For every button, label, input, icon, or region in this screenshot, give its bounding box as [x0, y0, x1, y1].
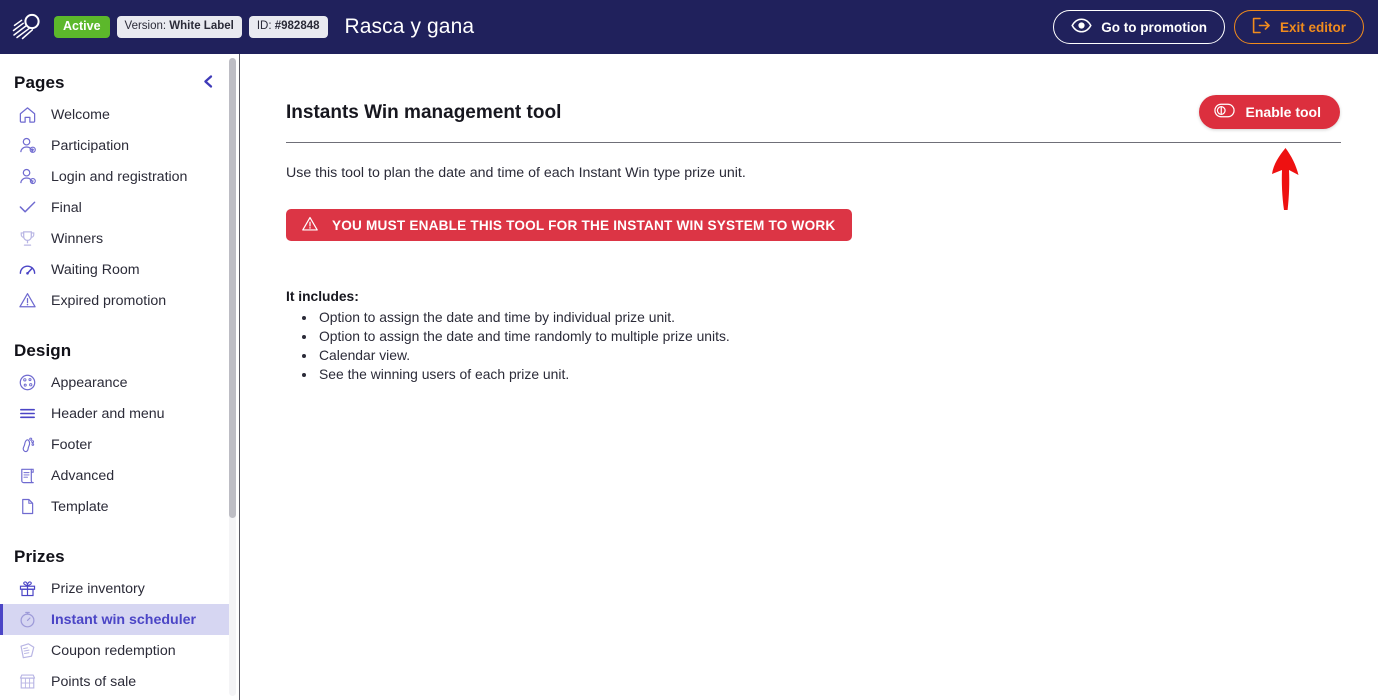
- app-root: Active Version: White Label ID: #982848 …: [0, 0, 1378, 700]
- sidebar-section-title-pages: Pages: [14, 73, 65, 92]
- go-to-promotion-label: Go to promotion: [1101, 19, 1207, 35]
- sidebar-item-welcome[interactable]: Welcome: [0, 99, 232, 130]
- sidebar-item-login-and-registration[interactable]: Login and registration: [0, 161, 232, 192]
- toggle-off-icon: [1213, 103, 1235, 121]
- sidebar-section-pages-header: Pages: [0, 64, 232, 99]
- promotion-title: Rasca y gana: [344, 15, 475, 38]
- sidebar-item-label: Appearance: [51, 374, 128, 391]
- user-add-icon: [16, 135, 38, 157]
- sidebar-section-title-design: Design: [14, 341, 72, 360]
- sidebar-item-label: Advanced: [51, 467, 115, 484]
- exit-editor-label: Exit editor: [1279, 19, 1346, 35]
- list-item: Calendar view.: [317, 346, 1340, 365]
- sidebar-item-label: Points of sale: [51, 673, 137, 690]
- page-icon: [16, 496, 38, 518]
- sidebar-section-title-prizes: Prizes: [14, 547, 65, 566]
- store-icon: [16, 671, 38, 693]
- version-label: Version:: [124, 20, 167, 33]
- check-icon: [16, 197, 38, 219]
- sidebar-item-label: Coupon redemption: [51, 642, 176, 659]
- sidebar-item-final[interactable]: Final: [0, 192, 232, 223]
- logout-icon: [1252, 17, 1271, 37]
- enable-tool-label: Enable tool: [1245, 104, 1321, 120]
- list-item: Option to assign the date and time by in…: [317, 308, 1340, 327]
- warning-triangle-icon: [301, 215, 319, 236]
- eye-icon: [1071, 18, 1092, 36]
- version-badge: Version: White Label: [116, 16, 242, 38]
- sidebar-item-label: Expired promotion: [51, 292, 167, 309]
- sidebar-item-template[interactable]: Template: [0, 491, 232, 522]
- sidebar-item-advanced[interactable]: Advanced: [0, 460, 232, 491]
- sidebar-item-label: Waiting Room: [51, 261, 140, 278]
- sidebar-item-label: Template: [51, 498, 109, 515]
- top-bar-actions: Go to promotion Exit editor: [1053, 10, 1364, 44]
- warning-triangle-icon: [16, 290, 38, 312]
- main-content: Instants Win management tool Enable tool…: [241, 54, 1378, 700]
- go-to-promotion-button[interactable]: Go to promotion: [1053, 10, 1225, 44]
- speedometer-icon: [16, 259, 38, 281]
- enable-tool-button[interactable]: Enable tool: [1198, 95, 1340, 129]
- id-value: #982848: [274, 20, 320, 33]
- scroll-document-icon: [16, 465, 38, 487]
- comet-logo-icon[interactable]: [8, 8, 46, 46]
- trophy-icon: [16, 228, 38, 250]
- page-header: Instants Win management tool: [286, 102, 1340, 124]
- sidebar-item-participation[interactable]: Participation: [0, 130, 232, 161]
- gift-icon: [16, 578, 38, 600]
- list-item: See the winning users of each prize unit…: [317, 365, 1340, 384]
- sidebar-item-label: Prize inventory: [51, 580, 145, 597]
- sidebar-item-footer[interactable]: Footer: [0, 429, 232, 460]
- sidebar-item-label: Welcome: [51, 106, 110, 123]
- footprint-icon: [16, 434, 38, 456]
- page-title: Instants Win management tool: [286, 102, 562, 123]
- chevron-left-icon[interactable]: [201, 74, 216, 89]
- enable-tool-alert: YOU MUST ENABLE THIS TOOL FOR THE INSTAN…: [286, 209, 853, 241]
- exit-editor-button[interactable]: Exit editor: [1233, 10, 1364, 44]
- sidebar: Pages Welcome Participation Login and re…: [0, 54, 240, 700]
- coupon-icon: [16, 640, 38, 662]
- menu-lines-icon: [16, 403, 38, 425]
- status-badge: Active: [54, 16, 110, 38]
- sidebar-item-label: Instant win scheduler: [51, 611, 197, 628]
- sidebar-content: Pages Welcome Participation Login and re…: [0, 54, 232, 697]
- list-item: Option to assign the date and time rando…: [317, 327, 1340, 346]
- home-icon: [16, 104, 38, 126]
- palette-icon: [16, 372, 38, 394]
- id-badge: ID: #982848: [248, 16, 328, 38]
- sidebar-item-label: Footer: [51, 436, 93, 453]
- user-settings-icon: [16, 166, 38, 188]
- includes-heading: It includes:: [286, 289, 359, 304]
- top-bar: Active Version: White Label ID: #982848 …: [0, 0, 1378, 54]
- sidebar-item-instant-win-scheduler[interactable]: Instant win scheduler: [0, 604, 232, 635]
- title-divider: [286, 142, 1341, 143]
- sidebar-item-expired-promotion[interactable]: Expired promotion: [0, 285, 232, 316]
- id-label: ID:: [256, 20, 272, 33]
- sidebar-item-label: Header and menu: [51, 405, 165, 422]
- sidebar-item-prize-inventory[interactable]: Prize inventory: [0, 573, 232, 604]
- sidebar-item-winners[interactable]: Winners: [0, 223, 232, 254]
- includes-list: Option to assign the date and time by in…: [286, 308, 1340, 384]
- sidebar-item-label: Final: [51, 199, 82, 216]
- stopwatch-icon: [16, 609, 38, 631]
- sidebar-scrollbar-thumb[interactable]: [229, 58, 236, 518]
- sidebar-item-waiting-room[interactable]: Waiting Room: [0, 254, 232, 285]
- version-value: White Label: [169, 20, 234, 33]
- alert-text: YOU MUST ENABLE THIS TOOL FOR THE INSTAN…: [332, 217, 836, 233]
- sidebar-item-points-of-sale[interactable]: Points of sale: [0, 666, 232, 697]
- lead-description: Use this tool to plan the date and time …: [286, 165, 746, 181]
- content-wrapper: Instants Win management tool Enable tool…: [241, 54, 1378, 384]
- sidebar-item-label: Winners: [51, 230, 104, 247]
- sidebar-item-header-and-menu[interactable]: Header and menu: [0, 398, 232, 429]
- sidebar-item-label: Login and registration: [51, 168, 188, 185]
- sidebar-item-label: Participation: [51, 137, 130, 154]
- sidebar-item-appearance[interactable]: Appearance: [0, 367, 232, 398]
- sidebar-item-coupon-redemption[interactable]: Coupon redemption: [0, 635, 232, 666]
